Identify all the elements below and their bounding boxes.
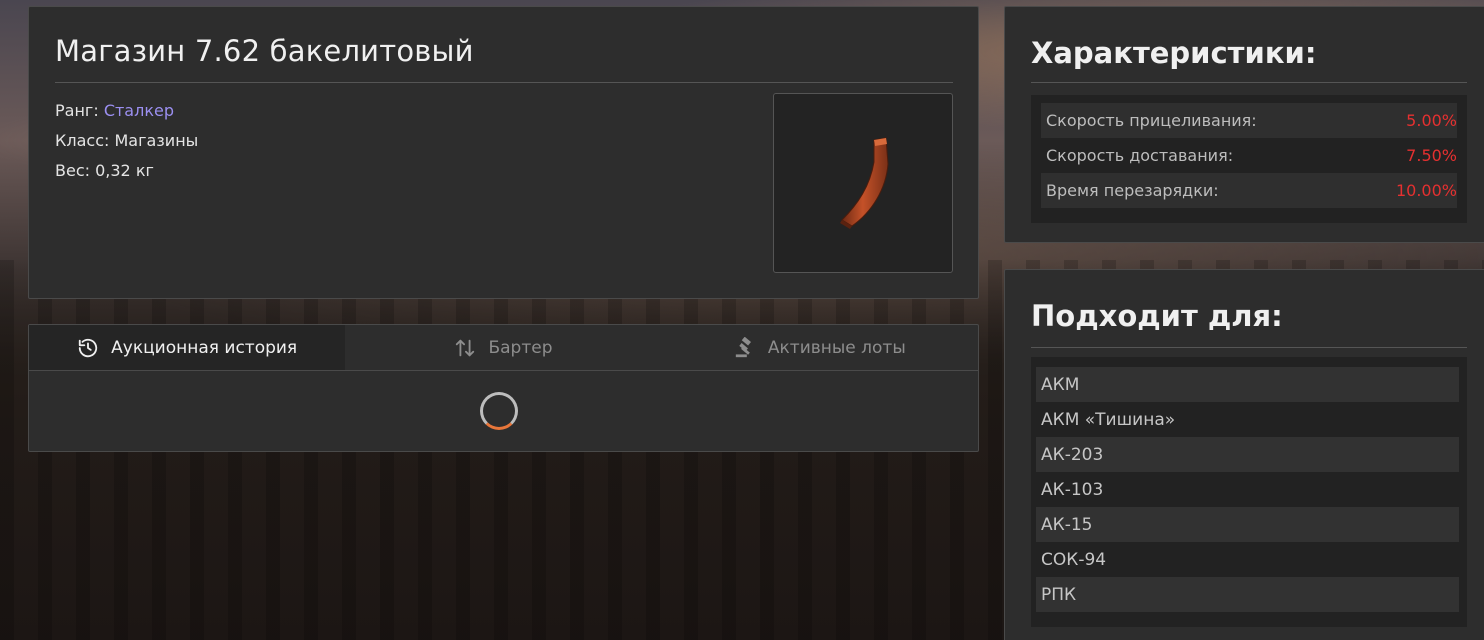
history-icon	[78, 338, 98, 357]
list-item[interactable]: АКМ	[1036, 367, 1459, 402]
tab-label: Бартер	[488, 337, 553, 358]
stat-row: Время перезарядки: 10.00%	[1041, 173, 1457, 208]
characteristics-divider	[1031, 82, 1467, 83]
tab-barter[interactable]: Бартер	[345, 325, 661, 370]
item-image	[773, 93, 953, 273]
weight-row: Вес: 0,32 кг	[55, 156, 198, 186]
rank-row: Ранг: Сталкер	[55, 96, 198, 126]
tab-auction-history[interactable]: Аукционная история	[29, 325, 346, 370]
gavel-icon	[735, 336, 751, 357]
item-info-panel: Магазин 7.62 бакелитовый Ранг: Сталкер К…	[28, 6, 979, 299]
weight-value: 0,32 кг	[95, 161, 154, 180]
stat-row: Скорость прицеливания: 5.00%	[1041, 103, 1457, 138]
stat-value: 10.00%	[1395, 181, 1457, 200]
tab-bar: Аукционная история Бартер Активные лоты	[29, 325, 978, 371]
class-value: Магазины	[114, 131, 199, 150]
stat-row: Скорость доставания: 7.50%	[1041, 138, 1457, 173]
rank-value: Сталкер	[103, 101, 174, 120]
rank-label: Ранг:	[55, 101, 99, 120]
characteristics-list: Скорость прицеливания: 5.00% Скорость до…	[1031, 95, 1467, 223]
list-item[interactable]: АК-203	[1036, 437, 1459, 472]
swap-arrows-icon	[456, 339, 475, 356]
compatible-divider	[1031, 347, 1467, 348]
list-item[interactable]: АКМ «Тишина»	[1036, 402, 1459, 437]
weight-label: Вес:	[55, 161, 91, 180]
ak-magazine-icon	[840, 137, 889, 229]
characteristics-heading: Характеристики:	[1031, 36, 1317, 70]
compatible-list: АКМ АКМ «Тишина» АК-203 АК-103 АК-15 СОК…	[1031, 357, 1467, 627]
title-divider	[55, 82, 953, 83]
stat-name: Скорость доставания:	[1046, 146, 1234, 165]
characteristics-panel: Характеристики: Скорость прицеливания: 5…	[1004, 6, 1484, 243]
tab-label: Активные лоты	[767, 337, 906, 358]
compatible-heading: Подходит для:	[1031, 299, 1283, 333]
class-label: Класс:	[55, 131, 110, 150]
market-tabs-panel: Аукционная история Бартер Активные лоты	[28, 324, 979, 452]
list-item[interactable]: СОК-94	[1036, 542, 1459, 577]
tab-label: Аукционная история	[111, 337, 298, 358]
class-row: Класс: Магазины	[55, 126, 198, 156]
loading-spinner	[480, 392, 518, 430]
list-item[interactable]: АК-15	[1036, 507, 1459, 542]
stat-name: Время перезарядки:	[1046, 181, 1219, 200]
stat-value: 5.00%	[1406, 111, 1457, 130]
item-title: Магазин 7.62 бакелитовый	[55, 34, 474, 68]
list-item[interactable]: АК-103	[1036, 472, 1459, 507]
stat-name: Скорость прицеливания:	[1046, 111, 1257, 130]
item-properties: Ранг: Сталкер Класс: Магазины Вес: 0,32 …	[55, 96, 198, 186]
tab-active-lots[interactable]: Активные лоты	[662, 325, 978, 370]
list-item[interactable]: РПК	[1036, 577, 1459, 612]
stat-value: 7.50%	[1406, 146, 1457, 165]
compatible-weapons-panel: Подходит для: АКМ АКМ «Тишина» АК-203 АК…	[1004, 269, 1484, 640]
